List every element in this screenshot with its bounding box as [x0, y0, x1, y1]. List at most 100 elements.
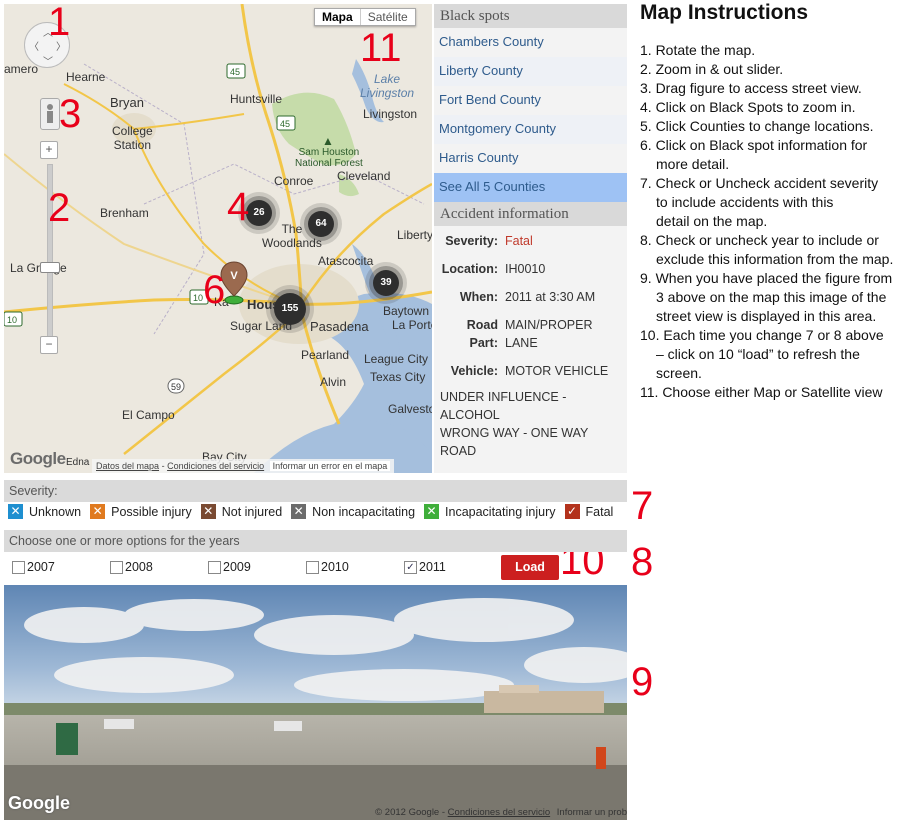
severity-filters: ✕ Unknown ✕ Possible injury ✕ Not injured ✕…	[8, 504, 622, 519]
severity-label: Not injured	[221, 504, 283, 519]
label-el-campo: El Campo	[122, 408, 175, 422]
label-amarillo: amero	[4, 62, 39, 76]
county-link[interactable]: Liberty County	[434, 57, 627, 86]
severity-label: Possible injury	[111, 504, 192, 519]
checkbox-checked[interactable]: ✓	[404, 560, 417, 574]
zoom-slider-knob[interactable]	[40, 262, 60, 273]
instruction-line: 10. Each time you change 7 or 8 above	[640, 327, 884, 343]
map-canvas[interactable]: 45 45 10 10 59 amero Hearne Bryan Colleg…	[4, 4, 432, 473]
severity-label: Incapacitating injury	[445, 504, 556, 519]
checkbox-checked-icon[interactable]: ✕	[291, 504, 307, 519]
county-link[interactable]: Fort Bend County	[434, 86, 627, 115]
callout-6: 6	[203, 268, 226, 312]
checkbox-checked-icon[interactable]: ✓	[564, 504, 580, 519]
highway-shield-10a: 10	[193, 293, 204, 303]
instruction-line: 8. Check or uncheck year to include or	[640, 232, 879, 248]
when-value: 2011 at 3:30 AM	[505, 290, 596, 304]
severity-option[interactable]: ✕ Unknown	[8, 504, 81, 519]
severity-option[interactable]: ✕ Incapacitating injury	[424, 504, 556, 519]
pan-down-icon[interactable]: ﹀	[43, 53, 53, 68]
checkbox[interactable]	[12, 560, 25, 574]
label-atascocita: Atascocita	[318, 254, 374, 268]
label-conroe: Conroe	[274, 174, 314, 188]
callout-1: 1	[48, 0, 71, 44]
year-option[interactable]: 2008	[110, 560, 153, 574]
road-part-value: MAIN/PROPER LANE	[505, 318, 593, 350]
instruction-line: exclude this information from the map.	[656, 251, 894, 267]
sv-separator: -	[441, 807, 446, 818]
year-option[interactable]: 2007	[12, 560, 55, 574]
map-terms-link[interactable]: Condiciones del servicio	[167, 461, 264, 471]
checkbox[interactable]	[208, 560, 221, 574]
instruction-line: 2. Zoom in & out slider.	[640, 61, 784, 77]
load-button[interactable]: Load	[501, 555, 559, 580]
severity-label: Non incapacitating	[312, 504, 416, 519]
zoom-in-button[interactable]: +	[40, 141, 58, 159]
checkbox-checked-icon[interactable]: ✕	[200, 504, 216, 519]
pegman-icon[interactable]	[40, 98, 60, 130]
sidebar: Black spots Chambers County Liberty Coun…	[434, 4, 627, 473]
checkbox-checked-icon[interactable]: ✕	[8, 504, 23, 519]
map-type-satellite-button[interactable]: Satélite	[359, 9, 415, 25]
year-label: 2011	[419, 560, 446, 574]
checkbox-checked-icon[interactable]: ✕	[424, 504, 440, 519]
google-logo: Google	[10, 449, 66, 468]
checkbox[interactable]	[110, 560, 123, 574]
attribution-separator: -	[161, 461, 165, 471]
label-lake-livingston: Lake Livingston	[360, 72, 415, 100]
severity-header: Severity:	[4, 480, 627, 502]
label-league-city: League City	[364, 352, 429, 366]
street-view-panel[interactable]: Google © 2012 Google - Condiciones del s…	[4, 585, 627, 820]
checkbox-checked-icon[interactable]: ✕	[90, 504, 106, 519]
severity-option[interactable]: ✕ Possible injury	[90, 504, 192, 519]
label-college-station: College Station	[112, 124, 153, 152]
callout-3: 3	[59, 92, 82, 136]
county-link[interactable]: Harris County	[434, 144, 627, 173]
map-type-map-button[interactable]: Mapa	[315, 9, 360, 25]
black-spot-cluster[interactable]: 26	[246, 200, 272, 226]
severity-option[interactable]: ✕ Non incapacitating	[291, 504, 415, 519]
sv-terms-link[interactable]: Condiciones del servicio	[448, 807, 550, 818]
instruction-line: 11. Choose either Map or Satellite view	[640, 384, 883, 400]
highway-shield-59: 59	[171, 382, 182, 392]
instruction-line: to include accidents with this	[656, 194, 834, 210]
severity-label: Fatal	[585, 504, 614, 519]
severity-key: Severity:	[445, 234, 498, 248]
black-spots-header: Black spots	[434, 4, 627, 28]
road-part-key: Road Part:	[466, 318, 498, 350]
see-all-counties-link[interactable]: See All 5 Counties	[434, 173, 627, 202]
instruction-line: more detail.	[656, 156, 730, 172]
label-huntsville: Huntsville	[230, 92, 283, 106]
county-link[interactable]: Montgomery County	[434, 115, 627, 144]
accident-info-table: Severity: Fatal Location: IH0010 When: 2…	[434, 226, 627, 380]
checkbox[interactable]	[306, 560, 319, 574]
street-view-image	[4, 585, 627, 820]
label-alvin: Alvin	[320, 375, 347, 389]
instruction-line: 3 above on the map this image of the	[656, 289, 887, 305]
instructions-title: Map Instructions	[640, 1, 809, 24]
zoom-out-button[interactable]: −	[40, 336, 58, 354]
highway-shield-45a: 45	[230, 67, 241, 77]
year-option[interactable]: 2009	[208, 560, 251, 574]
forest-icon: ▲	[322, 134, 334, 148]
severity-value: Fatal	[505, 234, 533, 248]
year-option[interactable]: ✓ 2011	[404, 560, 446, 574]
severity-option[interactable]: ✓ Fatal	[564, 504, 614, 519]
map-report-error-link[interactable]: Informar un error en el mapa	[269, 461, 391, 471]
accident-factors: UNDER INFLUENCE - ALCOHOL WRONG WAY - ON…	[440, 390, 589, 458]
highway-shield-10b: 10	[7, 315, 18, 325]
severity-label: Unknown	[29, 504, 82, 519]
black-spot-cluster[interactable]: 64	[308, 211, 334, 237]
label-livingston: Livingston	[363, 107, 418, 121]
pan-left-icon[interactable]: 〈	[29, 38, 39, 53]
year-option[interactable]: 2010	[306, 560, 349, 574]
sv-report-link[interactable]: Informar un prob	[557, 807, 627, 818]
instructions-list: 1. Rotate the map. 2. Zoom in & out slid…	[640, 41, 917, 402]
black-spot-cluster[interactable]: 39	[373, 270, 399, 296]
black-spot-cluster[interactable]: 155	[274, 293, 306, 325]
county-link[interactable]: Chambers County	[434, 28, 627, 57]
instruction-line: 6. Click on Black spot information for	[640, 137, 868, 153]
severity-option[interactable]: ✕ Not injured	[200, 504, 283, 519]
map-data-link[interactable]: Datos del mapa	[96, 461, 159, 471]
label-sam-houston-forest: Sam Houston National Forest	[295, 147, 363, 169]
